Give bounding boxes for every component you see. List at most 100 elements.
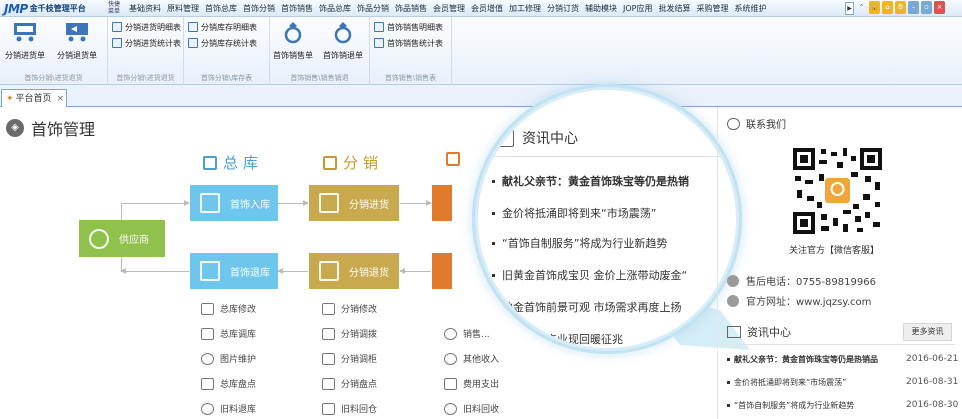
news-item-text: “首饰自制服务”将成为行业新趋势 — [734, 401, 855, 410]
dist-stock-stat-button[interactable]: 分销库存统计表 — [188, 36, 257, 50]
phone-text: 售后电话：0755-89819966 — [746, 277, 876, 288]
supplier-label: 供应商 — [119, 235, 149, 246]
magnifier-news-item[interactable]: “首饰自制服务”将成为行业新趋势 — [492, 235, 667, 251]
op-warehouse-stocktake[interactable]: 总库盘点 — [201, 377, 256, 390]
op-sales-partial[interactable]: 销售... — [444, 327, 490, 340]
quick-menu-button[interactable]: 快捷 菜单 — [104, 1, 124, 16]
sales-return-box[interactable] — [432, 253, 452, 289]
connector-arrow — [120, 268, 189, 274]
menu-item-material[interactable]: 原料管理 — [164, 0, 202, 17]
menu-item-accessory-distribution[interactable]: 饰品分销 — [354, 0, 392, 17]
op-image-maintain[interactable]: 图片维护 — [201, 352, 256, 365]
lock-icon[interactable]: 🔒 — [869, 1, 880, 14]
income-icon — [444, 352, 457, 365]
menu-item-member-value[interactable]: 会员增值 — [468, 0, 506, 17]
collapse-icon[interactable]: ⌃ — [856, 1, 867, 14]
menu-item-repair[interactable]: 加工修理 — [506, 0, 544, 17]
menu-item-jewelry-distribution[interactable]: 首饰分销 — [240, 0, 278, 17]
dist-purchase-detail-button[interactable]: 分销进货明细表 — [112, 20, 181, 34]
section-distribution-label: 分销 — [343, 154, 384, 172]
report-icon — [374, 22, 384, 32]
menu-item-member[interactable]: 会员管理 — [430, 0, 468, 17]
menu-item-aux[interactable]: 辅助模块 — [582, 0, 620, 17]
menu-scroll-right-icon[interactable]: ▶ — [845, 2, 854, 15]
magnifier-title: 资讯中心 — [522, 131, 578, 147]
magnifier-news-item[interactable]: 旧黄金首饰成宝贝 金价上涨带动废金“ — [492, 267, 687, 283]
op-label: 分销盘点 — [341, 380, 378, 390]
truck-icon — [319, 261, 339, 281]
more-news-button[interactable]: 更多资讯 — [903, 323, 952, 341]
menu-item-jop[interactable]: JOP应用 — [620, 0, 655, 17]
bullet-icon — [492, 273, 495, 277]
op-warehouse-edit[interactable]: 总库修改 — [201, 302, 256, 315]
dist-in-box[interactable]: 分销进货 — [309, 185, 399, 221]
menu-item-jewelry-sales[interactable]: 首饰销售 — [278, 0, 316, 17]
warehouse-return-box[interactable]: 首饰退库 — [190, 253, 278, 289]
jewelry-sale-label: 首饰销售单 — [273, 51, 313, 60]
news-icon — [494, 129, 514, 147]
menu-item-accessory-sales[interactable]: 饰品销售 — [392, 0, 430, 17]
transfer-icon — [322, 327, 335, 340]
op-label: 图片维护 — [220, 355, 257, 365]
menu-item-accessory-warehouse[interactable]: 饰品总库 — [316, 0, 354, 17]
money-bag-icon — [444, 327, 457, 340]
dist-return-box[interactable]: 分销退货 — [309, 253, 399, 289]
menu-item-purchase[interactable]: 采购管理 — [693, 0, 731, 17]
bullet-icon — [727, 358, 730, 361]
transfer-icon — [201, 327, 214, 340]
section-warehouse-label: 总库 — [223, 154, 264, 172]
website-text[interactable]: 官方网址：www.jqzsy.com — [746, 293, 871, 308]
news-item[interactable]: 献礼父亲节：黄金首饰珠宝等仍是热销品 — [727, 354, 878, 365]
op-oldgold-recycle[interactable]: 旧料回收 — [444, 402, 499, 415]
dist-stock-detail-button[interactable]: 分销库存明细表 — [188, 20, 257, 34]
tab-close-icon[interactable]: × — [57, 91, 65, 107]
recycle-icon — [201, 402, 214, 415]
connector-arrow — [121, 200, 190, 206]
dist-purchase-button[interactable]: 分销进货单 — [2, 20, 48, 64]
op-oldgold-return[interactable]: 旧料退库 — [201, 402, 256, 415]
warehouse-in-box[interactable]: 首饰入库 — [190, 185, 278, 221]
op-dist-counter[interactable]: 分销调柜 — [322, 352, 377, 365]
sales-box[interactable] — [432, 185, 452, 221]
close-icon[interactable]: × — [934, 1, 945, 14]
jewelry-sale-return-label: 首饰销退单 — [323, 51, 363, 60]
op-other-income[interactable]: 其他收入 — [444, 352, 499, 365]
bullet-icon — [492, 211, 495, 215]
magnifier-news-item[interactable]: 金价将抵涌即将到来“市场震荡” — [492, 205, 656, 221]
op-dist-allocate[interactable]: 分销调拨 — [322, 327, 377, 340]
op-label: 其他收入 — [463, 355, 500, 365]
op-dist-edit[interactable]: 分销修改 — [322, 302, 377, 315]
op-oldgold-back[interactable]: 旧料回仓 — [322, 402, 377, 415]
menu-item-basic[interactable]: 基础资料 — [126, 0, 164, 17]
sales-stat-button[interactable]: 首饰销售统计表 — [374, 36, 443, 50]
sales-detail-button[interactable]: 首饰销售明细表 — [374, 20, 443, 34]
magnifier-news-item[interactable]: 献礼父亲节：黄金首饰珠宝等仍是热销 — [492, 173, 689, 189]
settings-icon[interactable]: ⚙ — [895, 1, 906, 14]
dist-purchase-stat-button[interactable]: 分销进货统计表 — [112, 36, 181, 50]
news-item[interactable]: “首饰自制服务”将成为行业新趋势 — [727, 400, 854, 411]
minimize-icon[interactable]: – — [908, 1, 919, 14]
supplier-box[interactable]: 供应商 — [79, 220, 165, 257]
home-icon[interactable]: ⌂ — [882, 1, 893, 14]
tab-home[interactable]: ✦ 平台首页 × — [1, 89, 67, 107]
connector-line — [121, 203, 122, 220]
restore-icon[interactable]: ▫ — [921, 1, 932, 14]
jewelry-sale-return-button[interactable]: 首饰销退单 — [320, 20, 366, 64]
news-item-date: 2016-06-21 — [906, 354, 959, 364]
op-expense[interactable]: 费用支出 — [444, 377, 499, 390]
op-dist-stocktake[interactable]: 分销盘点 — [322, 377, 377, 390]
phone-icon — [727, 274, 739, 287]
magnifier-news-item[interactable]: 广东珠宝产业现回暖征兆 — [492, 331, 623, 347]
news-item[interactable]: 金价将抵涌即将到来“市场震荡” — [727, 377, 846, 388]
menu-item-jewelry-warehouse[interactable]: 首饰总库 — [202, 0, 240, 17]
menu-item-system[interactable]: 系统维护 — [731, 0, 769, 17]
jewelry-sale-button[interactable]: 首饰销售单 — [270, 20, 316, 64]
page-title-text: 首饰管理 — [31, 120, 96, 139]
menu-items: 基础资料 原料管理 首饰总库 首饰分销 首饰销售 饰品总库 饰品分销 饰品销售 … — [126, 0, 769, 17]
magnifier-news-item[interactable]: 铂金首饰前景可观 市场需求再度上扬 — [492, 299, 682, 315]
menu-item-order[interactable]: 分销订货 — [544, 0, 582, 17]
menu-item-wholesale[interactable]: 批发结算 — [655, 0, 693, 17]
op-warehouse-transfer[interactable]: 总库调库 — [201, 327, 256, 340]
dist-return-button[interactable]: 分销退货单 — [54, 20, 100, 64]
bullet-icon — [727, 381, 730, 384]
